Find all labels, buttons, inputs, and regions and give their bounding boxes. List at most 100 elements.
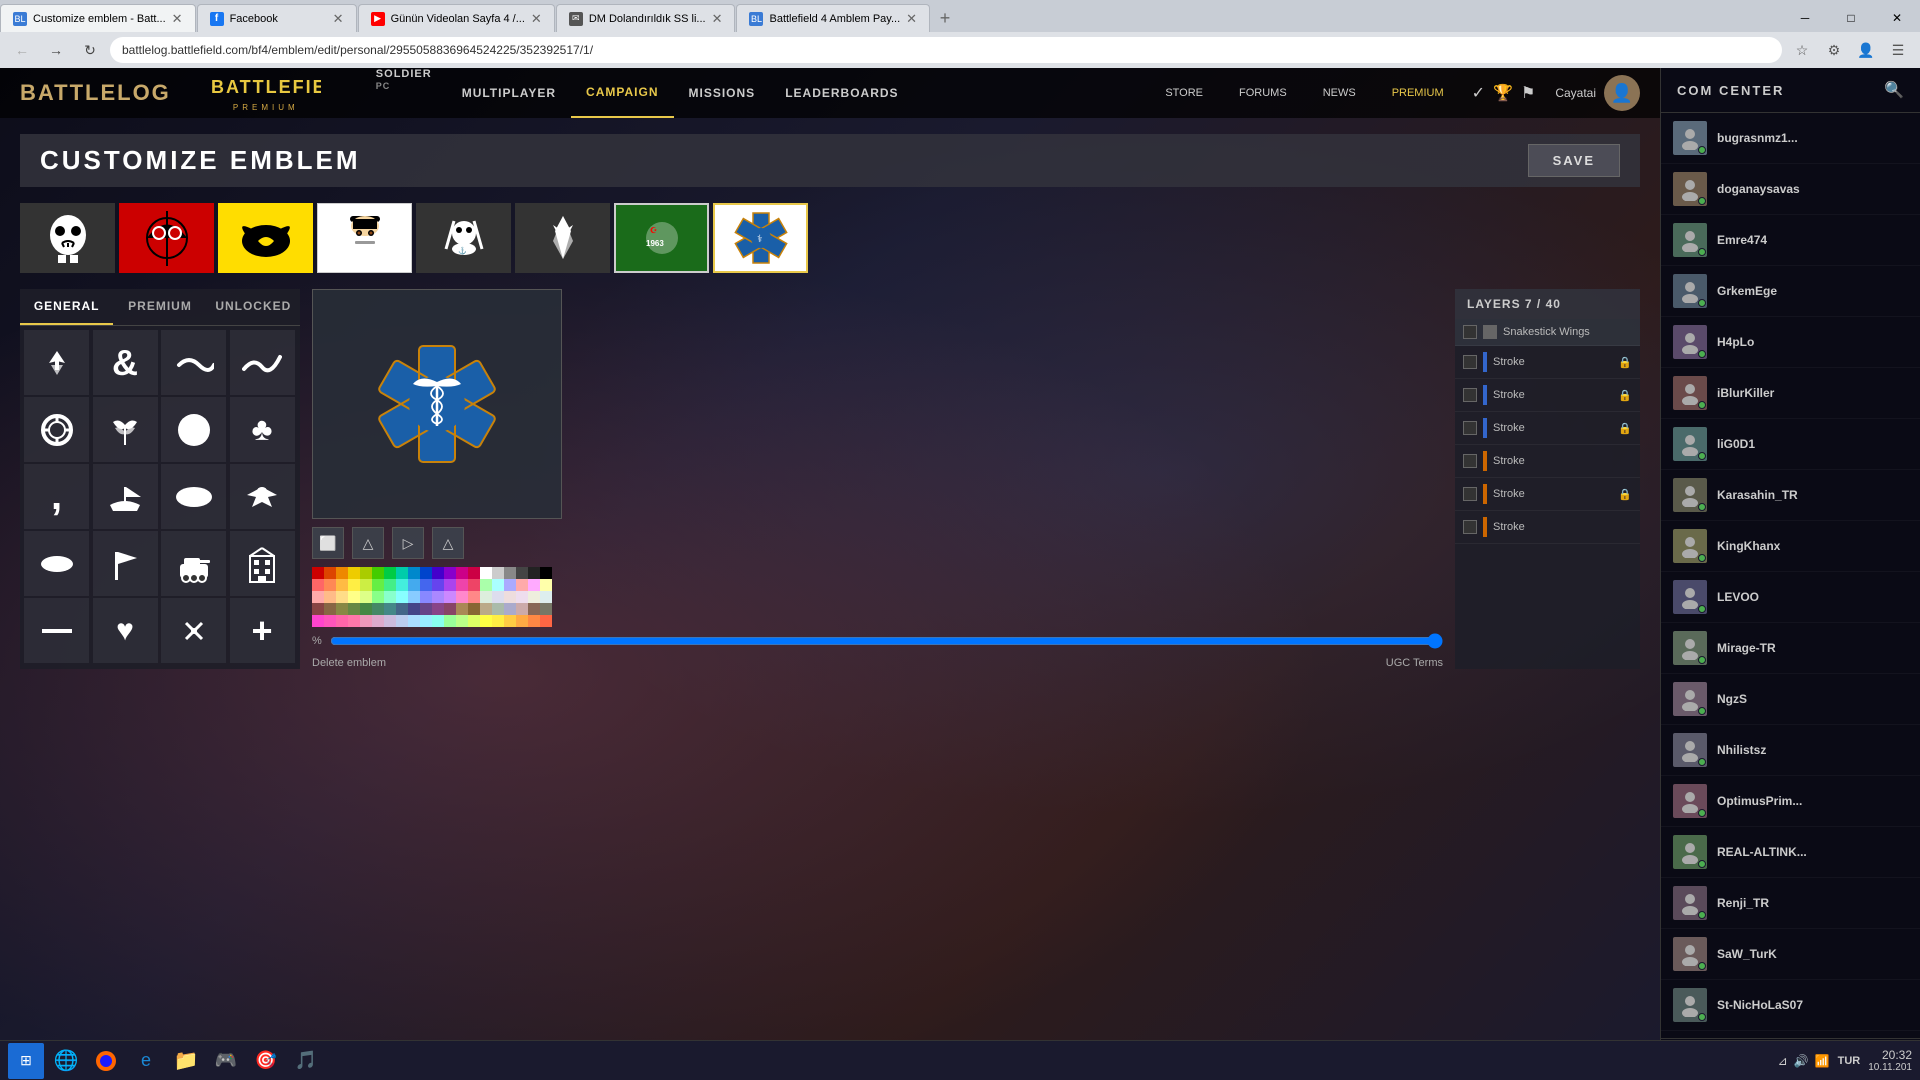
symbol-eagle[interactable] [230, 464, 295, 529]
layer-item-6[interactable]: Stroke [1455, 511, 1640, 544]
preset-7[interactable]: ☪ 1963 [614, 203, 709, 273]
tab-close-facebook[interactable]: ✕ [333, 11, 344, 27]
color-swatch[interactable] [528, 615, 540, 627]
save-button[interactable]: SAVE [1528, 144, 1620, 177]
color-swatch[interactable] [480, 603, 492, 615]
color-swatch[interactable] [444, 579, 456, 591]
symbol-jet[interactable] [24, 330, 89, 395]
emblem-canvas[interactable] [312, 289, 562, 519]
close-button[interactable]: ✕ [1874, 4, 1920, 32]
color-swatch[interactable] [408, 591, 420, 603]
symbol-comma[interactable]: , [24, 464, 89, 529]
tab-close-customize[interactable]: ✕ [172, 11, 183, 27]
friend-item-optimus[interactable]: OptimusPrim... [1661, 776, 1920, 827]
new-tab-button[interactable]: + [931, 4, 959, 32]
flip-v-tool[interactable]: ▷ [392, 527, 424, 559]
symbol-clubs[interactable]: ♣ [230, 397, 295, 462]
color-swatch[interactable] [324, 615, 336, 627]
premium-link[interactable]: PREMIUM [1384, 83, 1452, 103]
color-swatch[interactable] [468, 603, 480, 615]
tab-unlocked[interactable]: UNLOCKED [207, 289, 300, 325]
color-swatch[interactable] [444, 615, 456, 627]
color-swatch[interactable] [312, 615, 324, 627]
friend-item-ngzs[interactable]: NgzS [1661, 674, 1920, 725]
color-swatch[interactable] [540, 615, 552, 627]
friend-item-saw-turk[interactable]: SaW_TurK [1661, 929, 1920, 980]
preset-3[interactable] [218, 203, 313, 273]
start-button[interactable]: ⊞ [8, 1043, 44, 1079]
friend-item-levoo[interactable]: LEVOO [1661, 572, 1920, 623]
color-swatch[interactable] [312, 591, 324, 603]
friend-item-karasahin[interactable]: Karasahin_TR [1661, 470, 1920, 521]
color-swatch[interactable] [324, 579, 336, 591]
maximize-button[interactable]: □ [1828, 4, 1874, 32]
store-link[interactable]: STORE [1157, 83, 1211, 103]
friend-item-emre474[interactable]: Emre474 [1661, 215, 1920, 266]
symbol-tank[interactable] [161, 531, 226, 596]
color-swatch[interactable] [408, 615, 420, 627]
color-swatch[interactable] [456, 567, 468, 579]
color-swatch[interactable] [384, 591, 396, 603]
color-swatch[interactable] [528, 591, 540, 603]
friend-item-renji[interactable]: Renji_TR [1661, 878, 1920, 929]
color-swatch[interactable] [384, 603, 396, 615]
color-swatch[interactable] [336, 567, 348, 579]
preset-2[interactable] [119, 203, 214, 273]
color-swatch[interactable] [384, 615, 396, 627]
color-swatch[interactable] [540, 603, 552, 615]
color-swatch[interactable] [468, 579, 480, 591]
checkmark-icon[interactable]: ✓ [1472, 83, 1485, 103]
color-swatch[interactable] [468, 567, 480, 579]
com-search-icon[interactable]: 🔍 [1884, 80, 1904, 100]
color-swatch[interactable] [420, 615, 432, 627]
color-swatch[interactable] [420, 579, 432, 591]
friend-item-iblurkiller[interactable]: iBlurKiller [1661, 368, 1920, 419]
reload-button[interactable]: ↻ [76, 36, 104, 64]
layer-item-1[interactable]: Stroke 🔒 [1455, 346, 1640, 379]
color-swatch[interactable] [372, 603, 384, 615]
color-swatch[interactable] [372, 615, 384, 627]
tab-close-bf4pay[interactable]: ✕ [906, 11, 917, 27]
color-swatch[interactable] [528, 579, 540, 591]
wifi-icon[interactable]: 📶 [1815, 1054, 1830, 1068]
symbol-oval[interactable] [161, 464, 226, 529]
color-swatch[interactable] [396, 567, 408, 579]
color-swatch[interactable] [432, 567, 444, 579]
network-icon[interactable]: ⊿ [1778, 1054, 1788, 1068]
color-swatch[interactable] [324, 591, 336, 603]
symbol-arrow-right[interactable] [24, 598, 89, 663]
color-swatch[interactable] [336, 615, 348, 627]
color-swatch[interactable] [336, 603, 348, 615]
news-link[interactable]: NEWS [1315, 83, 1364, 103]
symbol-ampersand[interactable]: & [93, 330, 158, 395]
layer-item-3[interactable]: Stroke 🔒 [1455, 412, 1640, 445]
color-swatch[interactable] [312, 567, 324, 579]
color-swatch[interactable] [432, 603, 444, 615]
layer-item-main[interactable]: Snakestick Wings [1455, 319, 1640, 346]
volume-icon[interactable]: 🔊 [1794, 1054, 1809, 1068]
color-swatch[interactable] [492, 579, 504, 591]
color-swatch[interactable] [372, 567, 384, 579]
user-avatar[interactable]: 👤 [1604, 75, 1640, 111]
color-swatch[interactable] [456, 591, 468, 603]
layer-item-4[interactable]: Stroke [1455, 445, 1640, 478]
preset-8[interactable]: ⚕ [713, 203, 808, 273]
flag-icon[interactable]: ⚑ [1521, 83, 1535, 103]
color-swatch[interactable] [408, 567, 420, 579]
color-swatch[interactable] [480, 579, 492, 591]
color-swatch[interactable] [540, 567, 552, 579]
forums-link[interactable]: FORUMS [1231, 83, 1295, 103]
extensions-icon[interactable]: ⚙ [1820, 36, 1848, 64]
color-swatch[interactable] [492, 567, 504, 579]
color-swatch[interactable] [504, 615, 516, 627]
friend-item-th4ts[interactable]: Th4Ts_R3aL [1661, 1031, 1920, 1038]
color-swatch[interactable] [420, 591, 432, 603]
color-swatch[interactable] [336, 591, 348, 603]
rotate-tool[interactable]: △ [432, 527, 464, 559]
symbol-flag[interactable] [93, 531, 158, 596]
nav-multiplayer[interactable]: MULTIPLAYER [447, 68, 571, 118]
symbol-wave1[interactable] [161, 330, 226, 395]
color-swatch[interactable] [504, 591, 516, 603]
friend-item-lig0d1[interactable]: liG0D1 [1661, 419, 1920, 470]
color-swatch[interactable] [360, 591, 372, 603]
